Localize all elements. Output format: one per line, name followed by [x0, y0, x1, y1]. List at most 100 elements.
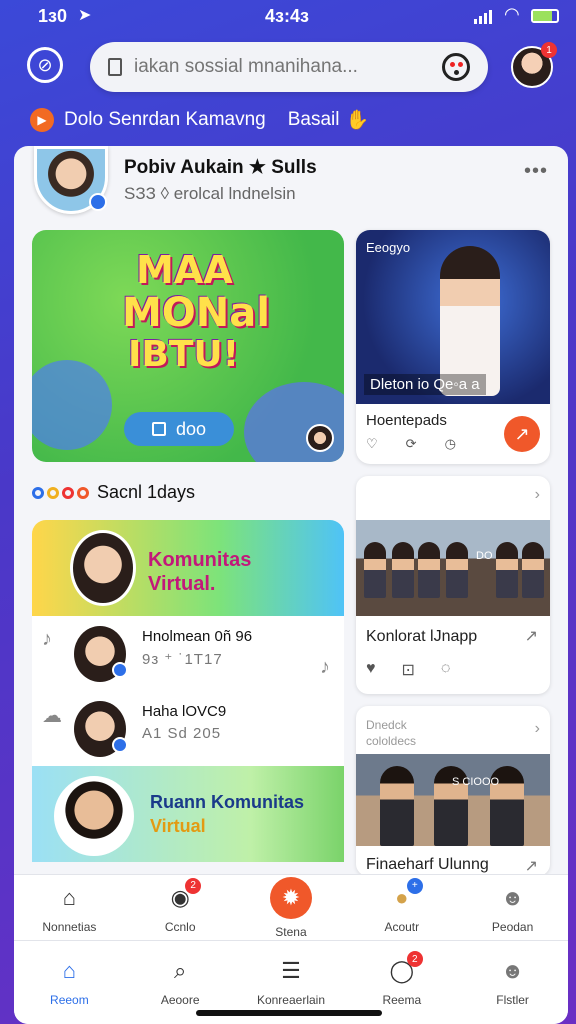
chat-bubble-icon: ● +: [385, 877, 423, 914]
tab-profile-main[interactable]: ☻ Flstler: [458, 955, 568, 1007]
tab-games[interactable]: ◉ 2 Ccnlo: [125, 877, 235, 934]
section-header: Sacnl 1days: [32, 482, 195, 503]
signal-icon: [474, 10, 492, 24]
chevron-right-icon[interactable]: ›: [535, 720, 540, 738]
meeting-actions: ♥ ⊡ ◌: [366, 660, 450, 680]
list-icon: ☰: [281, 958, 301, 983]
like-icon[interactable]: ♡: [366, 436, 378, 452]
tab-stena[interactable]: ✹ Stena: [236, 876, 346, 939]
tab-messages[interactable]: ◯ 2 Reema: [347, 951, 457, 1007]
profile-avatar[interactable]: 1: [511, 42, 557, 88]
stage-card[interactable]: Eeogyo Dleton io Qe◦a a Hoentepads ♡ ⟳ ◷…: [356, 230, 550, 464]
external-link-icon[interactable]: ↗: [525, 856, 538, 876]
featured-title-line1: MAA: [136, 248, 233, 292]
decor-shape: [32, 360, 112, 450]
search-bar[interactable]: [90, 42, 488, 92]
decor-shape: [244, 382, 344, 462]
ruang-card[interactable]: Ruann Komunitas Virtual: [32, 766, 344, 862]
feed-panel: Pobiv Aukain ★ Sulls SЗЗ ◊ erolcal lndne…: [14, 146, 568, 1024]
search-input[interactable]: [134, 56, 442, 78]
share-icon[interactable]: ⊡: [402, 660, 415, 680]
battery-icon: [531, 9, 559, 23]
badge: +: [406, 877, 423, 894]
tab-label: Peodan: [491, 919, 534, 934]
komunitas-line1: Komunitas: [148, 549, 252, 571]
tab-content[interactable]: ☰ Konreaerlain: [236, 955, 346, 1007]
tab-explore[interactable]: ⌕ Aeoore: [125, 955, 235, 1007]
member-sub: A1 Sd 205: [142, 725, 222, 742]
team-subheading: cololdecs: [366, 734, 417, 748]
home-indicator[interactable]: [196, 1010, 382, 1016]
member-sub: 9з ⁺ ˙1Т17: [142, 651, 223, 668]
badge: 2: [185, 877, 202, 894]
timer-icon[interactable]: ◷: [445, 436, 456, 452]
meeting-caption: DO: [476, 550, 493, 562]
verified-badge-icon: [112, 737, 128, 753]
tab-label: Stena: [275, 924, 307, 939]
brand-dots-icon: [32, 486, 89, 499]
status-center-time: 4з:4з: [265, 6, 309, 26]
location-arrow-icon: ➤: [78, 7, 92, 24]
featured-pill-button[interactable]: doo: [124, 412, 234, 446]
status-bar: 1з0 ➤ 4з:4з ◠: [0, 0, 576, 34]
badge: 2: [406, 951, 423, 967]
post-author-avatar[interactable]: [34, 146, 108, 214]
tab-chat[interactable]: ● + Acoutr: [347, 877, 457, 934]
tab-label: Flstler: [496, 993, 529, 1007]
square-icon: [151, 422, 166, 436]
meeting-card[interactable]: › DO Konlorat lJnapp ↗ ♥ ⊡ ◌: [356, 476, 550, 694]
komunitas-avatar: [70, 530, 136, 606]
share-icon[interactable]: ⟳: [406, 436, 417, 452]
banner-text-2: Basail: [287, 109, 340, 130]
team-image: [356, 754, 550, 846]
profile-icon: ☻: [501, 958, 525, 983]
featured-card[interactable]: MAA MONal IBTU! doo: [32, 230, 344, 462]
document-icon: [108, 58, 122, 76]
tab-bar-top: ⌂ Nonnetias ◉ 2 Ccnlo ✹ Stena ● + Acoutr ☻…: [14, 874, 568, 940]
list-item[interactable]: ♪ Hnolmean 0ñ 96 9з ⁺ ˙1Т17 ♪: [32, 616, 344, 691]
chevron-right-icon[interactable]: ›: [535, 486, 540, 504]
share-arrow-button[interactable]: ↗: [504, 416, 540, 452]
comment-icon[interactable]: ◌: [441, 660, 451, 680]
stage-title: Hoentepads: [366, 412, 447, 429]
music-note-icon: ♪: [42, 628, 52, 650]
komunitas-card[interactable]: Komunitas Virtual.: [32, 520, 344, 616]
gamepad-icon: ◉ 2: [163, 877, 202, 914]
person-icon: ☻: [501, 884, 525, 910]
wave-hand-icon: ✋: [345, 110, 370, 131]
heart-icon[interactable]: ♥: [366, 660, 376, 680]
flame-icon: ▶: [30, 108, 54, 132]
chat-icon: ☁: [42, 705, 62, 727]
tab-home[interactable]: ⌂ Nonnetias: [14, 882, 124, 934]
member-avatar: [74, 626, 128, 682]
tab-home-main[interactable]: ⌂ Reeom: [14, 955, 124, 1007]
music-note-icon[interactable]: ♪: [320, 656, 330, 679]
member-avatar: [74, 701, 128, 757]
compass-icon[interactable]: ⊘: [27, 47, 63, 83]
promo-banner[interactable]: ▶ Dolo Senrdan Kamavng Basail ✋: [30, 108, 369, 132]
external-link-icon[interactable]: ↗: [525, 626, 538, 646]
verified-badge-icon: [112, 662, 128, 678]
ruang-line2: Virtual: [150, 816, 206, 836]
team-title: Finaeharf Ulunng: [366, 856, 489, 873]
more-options-icon[interactable]: •••: [524, 160, 548, 183]
stage-actions: ♡ ⟳ ◷: [366, 436, 456, 452]
tab-label: Konreaerlain: [256, 993, 325, 1007]
list-item[interactable]: ☁ Haha lOVC9 A1 Sd 205: [32, 691, 344, 766]
member-name: Haha lOVC9: [142, 703, 227, 720]
tab-profile[interactable]: ☻ Peodan: [458, 882, 568, 934]
settings-gear-icon: ✹: [269, 876, 312, 919]
status-time: 1з0: [38, 6, 67, 26]
member-name: Hnolmean 0ñ 96: [142, 628, 253, 645]
post-author-name[interactable]: Pobiv Aukain ★ Sulls: [124, 156, 317, 179]
tab-label: Reeom: [50, 993, 89, 1007]
search-icon: ⌕: [174, 958, 187, 983]
team-heading: Dnedck: [366, 718, 407, 732]
tab-label: Aeoore: [160, 993, 200, 1007]
emoji-face-icon[interactable]: [442, 53, 470, 81]
featured-pill-label: doo: [175, 418, 207, 439]
tab-label: Nonnetias: [42, 919, 97, 934]
stage-caption: Dleton io Qe◦a a: [364, 374, 486, 395]
komunitas-title: Komunitas Virtual.: [148, 548, 251, 596]
team-card[interactable]: Dnedck cololdecs › S CIOOO Finaeharf Ulu…: [356, 706, 550, 876]
